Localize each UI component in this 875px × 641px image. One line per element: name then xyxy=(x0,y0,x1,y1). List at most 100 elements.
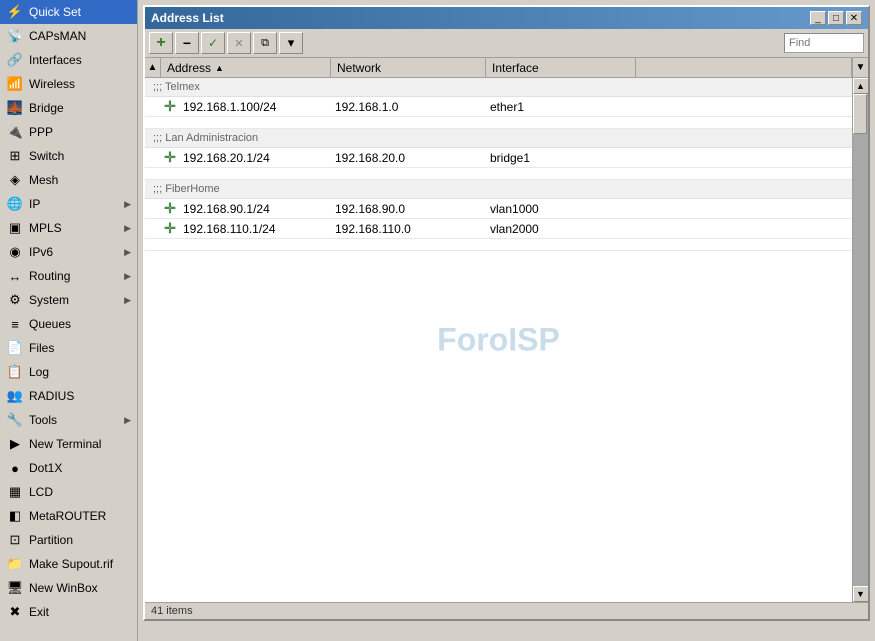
table-row[interactable]: ✛192.168.20.1/24192.168.20.0bridge1 xyxy=(145,148,852,168)
make-supout-icon: 📁 xyxy=(6,555,24,573)
sidebar-item-tools[interactable]: 🔧Tools▶ xyxy=(0,408,137,432)
system-icon: ⚙ xyxy=(6,291,24,309)
add-button[interactable]: + xyxy=(149,32,173,54)
tools-arrow: ▶ xyxy=(124,415,131,426)
system-arrow: ▶ xyxy=(124,295,131,306)
scrollbar-track[interactable] xyxy=(853,94,869,586)
sidebar-item-system[interactable]: ⚙ System▶ xyxy=(0,288,137,312)
ip-icon: 🌐 xyxy=(6,195,24,213)
sidebar-item-mesh[interactable]: ◈ Mesh xyxy=(0,168,137,192)
col-header-network[interactable]: Network xyxy=(331,58,486,77)
sidebar-item-ip[interactable]: 🌐IP▶ xyxy=(0,192,137,216)
sidebar-item-radius[interactable]: 👥RADIUS xyxy=(0,384,137,408)
row-plus-icon: ✛ xyxy=(161,200,179,217)
lcd-icon: ▦ xyxy=(6,483,24,501)
capsman-label: CAPsMAN xyxy=(29,29,131,43)
sidebar-item-bridge[interactable]: 🌉Bridge xyxy=(0,96,137,120)
window-title: Address List xyxy=(151,11,224,25)
sidebar-item-new-terminal[interactable]: ▶New Terminal xyxy=(0,432,137,456)
scroll-up-button[interactable]: ▲ xyxy=(853,78,869,94)
filter-button[interactable]: ▾ xyxy=(279,32,303,54)
find-input[interactable] xyxy=(789,37,859,49)
ip-label: IP xyxy=(29,197,124,211)
window-titlebar: Address List _ □ ✕ xyxy=(145,7,868,29)
sidebar-item-exit[interactable]: ✖Exit xyxy=(0,600,137,624)
sidebar-item-files[interactable]: 📄Files xyxy=(0,336,137,360)
sidebar-item-dot1x[interactable]: ●Dot1X xyxy=(0,456,137,480)
col-header-address[interactable]: Address ▲ xyxy=(161,58,331,77)
make-supout-label: Make Supout.rif xyxy=(29,557,131,571)
address-list-window: Address List _ □ ✕ + − ✓ ✕ ⧉ xyxy=(143,5,870,621)
queues-label: Queues xyxy=(29,317,131,331)
cell-address: 192.168.110.1/24 xyxy=(179,220,331,238)
cell-extra xyxy=(636,105,852,109)
sidebar-item-mpls[interactable]: ▣MPLS▶ xyxy=(0,216,137,240)
mpls-arrow: ▶ xyxy=(124,223,131,234)
interfaces-label: Interfaces xyxy=(29,53,131,67)
sidebar-item-metarouter[interactable]: ◧MetaROUTER xyxy=(0,504,137,528)
cell-interface: vlan2000 xyxy=(486,220,636,238)
spacer-row xyxy=(145,168,852,180)
sidebar-item-quick-set[interactable]: ⚡Quick Set xyxy=(0,0,137,24)
sidebar-item-interfaces[interactable]: 🔗Interfaces xyxy=(0,48,137,72)
row-plus-icon: ✛ xyxy=(161,149,179,166)
statusbar: 41 items xyxy=(145,602,868,619)
enable-button[interactable]: ✓ xyxy=(201,32,225,54)
cell-interface: vlan1000 xyxy=(486,200,636,218)
wireless-label: Wireless xyxy=(29,77,131,91)
mesh-label: Mesh xyxy=(29,173,131,187)
sidebar-item-log[interactable]: 📋Log xyxy=(0,360,137,384)
routing-icon: ↔ xyxy=(6,267,24,285)
sidebar-item-make-supout[interactable]: 📁 Make Supout.rif xyxy=(0,552,137,576)
sidebar-item-ipv6[interactable]: ◉IPv6▶ xyxy=(0,240,137,264)
routing-label: Routing xyxy=(29,269,124,283)
metarouter-label: MetaROUTER xyxy=(29,509,131,523)
sidebar-item-wireless[interactable]: 📶Wireless xyxy=(0,72,137,96)
files-icon: 📄 xyxy=(6,339,24,357)
scrollbar-thumb[interactable] xyxy=(853,94,867,134)
quick-set-icon: ⚡ xyxy=(6,3,24,21)
queues-icon: ≡ xyxy=(6,315,24,333)
sidebar: ⚡Quick Set📡CAPsMAN🔗Interfaces📶Wireless🌉B… xyxy=(0,0,138,641)
system-label: System xyxy=(29,293,124,307)
disable-button[interactable]: ✕ xyxy=(227,32,251,54)
ipv6-arrow: ▶ xyxy=(124,247,131,258)
sidebar-item-routing[interactable]: ↔Routing▶ xyxy=(0,264,137,288)
scroll-up-btn[interactable]: ▲ xyxy=(145,58,161,77)
log-label: Log xyxy=(29,365,131,379)
close-button[interactable]: ✕ xyxy=(846,11,862,25)
sidebar-item-ppp[interactable]: 🔌PPP xyxy=(0,120,137,144)
tools-label: Tools xyxy=(29,413,124,427)
new-winbox-label: New WinBox xyxy=(29,581,131,595)
copy-button[interactable]: ⧉ xyxy=(253,32,277,54)
cell-network: 192.168.90.0 xyxy=(331,200,486,218)
table-row[interactable]: ✛192.168.110.1/24192.168.110.0vlan2000 xyxy=(145,219,852,239)
sidebar-item-queues[interactable]: ≡ Queues xyxy=(0,312,137,336)
cell-address: 192.168.90.1/24 xyxy=(179,200,331,218)
cell-interface: ether1 xyxy=(486,98,636,116)
remove-button[interactable]: − xyxy=(175,32,199,54)
spacer-row xyxy=(145,239,852,251)
sidebar-item-lcd[interactable]: ▦LCD xyxy=(0,480,137,504)
sidebar-item-partition[interactable]: ⊡Partition xyxy=(0,528,137,552)
main-area: Address List _ □ ✕ + − ✓ ✕ ⧉ xyxy=(138,0,875,641)
table-row[interactable]: ✛192.168.90.1/24192.168.90.0vlan1000 xyxy=(145,199,852,219)
minimize-button[interactable]: _ xyxy=(810,11,826,25)
mesh-icon: ◈ xyxy=(6,171,24,189)
table-scroll-area: ForoISP ;;; Telmex✛192.168.1.100/24192.1… xyxy=(145,78,868,602)
exit-icon: ✖ xyxy=(6,603,24,621)
table-row[interactable]: ✛192.168.1.100/24192.168.1.0ether1 xyxy=(145,97,852,117)
ipv6-icon: ◉ xyxy=(6,243,24,261)
new-terminal-icon: ▶ xyxy=(6,435,24,453)
sidebar-item-switch[interactable]: ⊞Switch xyxy=(0,144,137,168)
sidebar-item-new-winbox[interactable]: 🖥New WinBox xyxy=(0,576,137,600)
sidebar-item-capsman[interactable]: 📡CAPsMAN xyxy=(0,24,137,48)
ppp-icon: 🔌 xyxy=(6,123,24,141)
col-dropdown-btn[interactable]: ▼ xyxy=(852,58,868,77)
col-header-interface[interactable]: Interface xyxy=(486,58,636,77)
status-text: 41 items xyxy=(151,605,193,617)
maximize-button[interactable]: □ xyxy=(828,11,844,25)
scroll-down-button[interactable]: ▼ xyxy=(853,586,869,602)
col-header-extra xyxy=(636,58,852,77)
find-box[interactable] xyxy=(784,33,864,53)
